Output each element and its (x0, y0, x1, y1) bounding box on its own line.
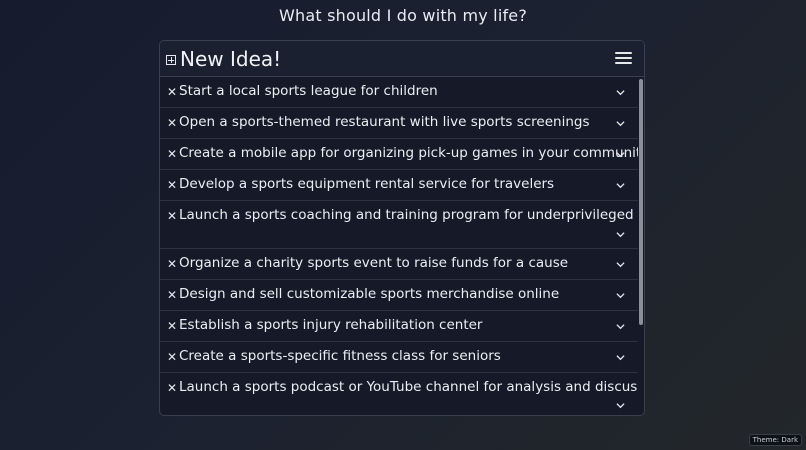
scrollbar-thumb[interactable] (639, 79, 643, 325)
remove-idea-icon[interactable]: ✕ (167, 178, 177, 192)
idea-text: Launch a sports podcast or YouTube chann… (179, 379, 638, 395)
chevron-down-icon[interactable] (616, 230, 625, 239)
chevron-down-icon[interactable] (616, 150, 625, 159)
list-item: ✕ Establish a sports injury rehabilitati… (160, 311, 638, 342)
panel-header: New Idea! (160, 41, 644, 77)
new-idea-button[interactable]: New Idea! (166, 47, 281, 71)
remove-idea-icon[interactable]: ✕ (167, 350, 177, 364)
chevron-down-icon[interactable] (616, 119, 625, 128)
idea-text: Create a sports-specific fitness class f… (179, 348, 501, 364)
remove-idea-icon[interactable]: ✕ (167, 319, 177, 333)
remove-idea-icon[interactable]: ✕ (167, 85, 177, 99)
theme-toggle[interactable]: Theme: Dark (748, 434, 802, 446)
idea-text: Open a sports-themed restaurant with liv… (179, 114, 590, 130)
idea-text: Start a local sports league for children (179, 83, 438, 99)
chevron-down-icon[interactable] (616, 88, 625, 97)
list-item: ✕ Create a mobile app for organizing pic… (160, 139, 638, 170)
idea-text: Organize a charity sports event to raise… (179, 255, 569, 271)
remove-idea-icon[interactable]: ✕ (167, 288, 177, 302)
remove-idea-icon[interactable]: ✕ (167, 381, 177, 395)
chevron-down-icon[interactable] (616, 260, 625, 269)
chevron-down-icon[interactable] (616, 291, 625, 300)
remove-idea-icon[interactable]: ✕ (167, 147, 177, 161)
ideas-panel: New Idea! ✕ Start a local sports league … (159, 40, 645, 416)
list-item: ✕ Organize a charity sports event to rai… (160, 249, 638, 280)
list-item: ✕ Create a sports-specific fitness class… (160, 342, 638, 373)
hamburger-menu-icon[interactable] (615, 52, 632, 64)
list-item: ✕ Develop a sports equipment rental serv… (160, 170, 638, 201)
list-item: ✕ Launch a sports podcast or YouTube cha… (160, 373, 638, 415)
chevron-down-icon[interactable] (616, 181, 625, 190)
chevron-down-icon[interactable] (616, 353, 625, 362)
new-idea-label: New Idea! (180, 47, 282, 71)
idea-text: Design and sell customizable sports merc… (179, 286, 560, 302)
list-item: ✕ Design and sell customizable sports me… (160, 280, 638, 311)
page-title: What should I do with my life? (278, 6, 528, 25)
remove-idea-icon[interactable]: ✕ (167, 257, 177, 271)
remove-idea-icon[interactable]: ✕ (167, 209, 177, 223)
ideas-list: ✕ Start a local sports league for childr… (160, 77, 638, 415)
list-item: ✕ Launch a sports coaching and training … (160, 201, 638, 249)
idea-text: Launch a sports coaching and training pr… (179, 207, 638, 223)
idea-text: Establish a sports injury rehabilitation… (179, 317, 483, 333)
idea-text: Develop a sports equipment rental servic… (179, 176, 555, 192)
idea-text: Create a mobile app for organizing pick-… (179, 145, 638, 161)
remove-idea-icon[interactable]: ✕ (167, 116, 177, 130)
list-item: ✕ Start a local sports league for childr… (160, 77, 638, 108)
plus-box-icon (166, 55, 176, 65)
list-item: ✕ Open a sports-themed restaurant with l… (160, 108, 638, 139)
chevron-down-icon[interactable] (616, 322, 625, 331)
chevron-down-icon[interactable] (616, 401, 625, 410)
